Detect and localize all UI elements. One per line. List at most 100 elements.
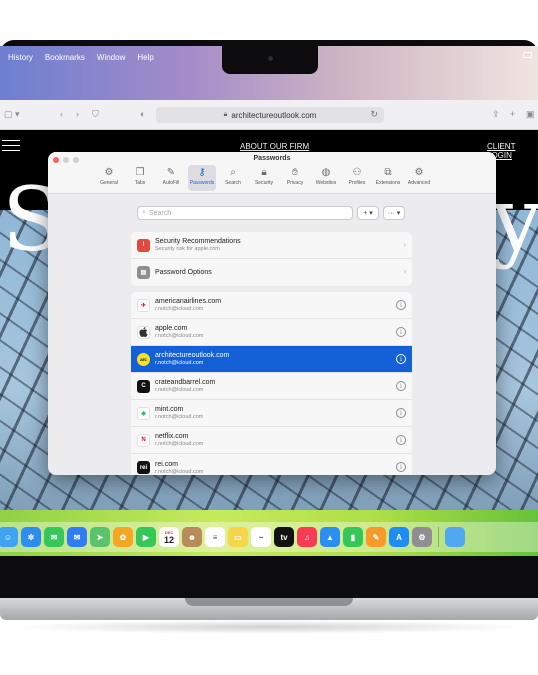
menu-icon[interactable] [2, 140, 20, 151]
reload-icon[interactable]: ↻ [370, 109, 378, 120]
tab-advanced[interactable]: ⚙ Advanced [405, 165, 433, 191]
calendar-icon[interactable]: DEC 12 [159, 527, 179, 547]
sidebar-icon[interactable]: ▢ ▾ [4, 109, 20, 120]
address-bar[interactable]: 🔒︎ architectureoutlook.com ↻ [156, 107, 384, 123]
reminders-icon[interactable]: ≡ [205, 527, 225, 547]
menu-item-window[interactable]: Window [97, 53, 125, 62]
info-icon[interactable]: i [396, 327, 406, 337]
tab-label: Privacy [286, 180, 304, 186]
camera-notch [222, 46, 318, 74]
arc-logo: arc [137, 352, 150, 366]
rei-logo: rei [137, 461, 150, 474]
tab-general[interactable]: ⚙ General [95, 165, 123, 191]
row-text: mint.com r.notch@icloud.com [155, 406, 203, 420]
site-name: crateandbarrel.com [155, 379, 216, 386]
nav-about-link[interactable]: ABOUT OUR FIRM [240, 142, 309, 151]
password-row[interactable]: ◆ mint.com r.notch@icloud.com i [131, 400, 412, 427]
tab-websites[interactable]: ◍ Websites [312, 165, 340, 191]
reader-icon[interactable]: ◐ [140, 109, 145, 119]
row-title: Security Recommendations [155, 238, 241, 245]
password-row[interactable]: arc architectureoutlook.com r.notch@icloud… [131, 346, 412, 373]
back-icon[interactable]: ‹ [60, 109, 63, 119]
row-text: americanairlines.com r.notch@icloud.com [155, 298, 221, 312]
music-icon[interactable]: ♫ [297, 527, 317, 547]
camera-icon [268, 56, 273, 61]
search-field[interactable]: ⌕ Search [137, 206, 353, 220]
keynote-icon[interactable]: ▲ [320, 527, 340, 547]
tab-security[interactable]: 🔒︎ Security [250, 165, 278, 191]
password-list: ! Security Recommendations Security risk f… [131, 232, 412, 475]
apple-logo [137, 325, 150, 339]
base-notch [185, 598, 353, 606]
settings-icon[interactable]: ⚙ [412, 527, 432, 547]
notes-icon[interactable]: ▭ [228, 527, 248, 547]
pages-icon[interactable]: ✎ [366, 527, 386, 547]
info-icon[interactable]: i [396, 300, 406, 310]
menu-item-history[interactable]: History [8, 53, 33, 62]
row-title: Password Options [155, 269, 212, 276]
tab-profiles[interactable]: ⚇ Profiles [343, 165, 371, 191]
password-options-row[interactable]: ▤ Password Options › [131, 259, 412, 286]
passwords-window: Passwords ⚙ General ❐ Tabs ✎ AutoFill ⚷ Passwor… [48, 152, 496, 475]
info-icon[interactable]: i [396, 354, 406, 364]
tab-tabs[interactable]: ❐ Tabs [126, 165, 154, 191]
site-name: architectureoutlook.com [155, 352, 230, 359]
menu-item-bookmarks[interactable]: Bookmarks [45, 53, 85, 62]
info-icon[interactable]: i [396, 408, 406, 418]
menu-bar-status [523, 52, 532, 58]
mail-icon[interactable]: ✉ [67, 527, 87, 547]
photos-icon[interactable]: ✿ [113, 527, 133, 547]
row-text: architectureoutlook.com r.notch@icloud.co… [155, 352, 229, 366]
info-icon[interactable]: i [396, 381, 406, 391]
new-tab-icon[interactable]: + [510, 109, 515, 119]
security-recommendations-row[interactable]: ! Security Recommendations Security risk f… [131, 232, 412, 259]
tab-extensions[interactable]: ⧉ Extensions [374, 165, 402, 191]
maps-icon[interactable]: ➤ [90, 527, 110, 547]
password-row[interactable]: Nnetflix.com r.notch@icloud.com i [131, 427, 412, 454]
folder-icon[interactable] [445, 527, 465, 547]
info-icon[interactable]: i [396, 435, 406, 445]
netflix-logo: N [137, 433, 150, 447]
tab-privacy[interactable]: ✋︎ Privacy [281, 165, 309, 191]
battery-icon[interactable] [523, 52, 532, 58]
row-subtitle: Security risk for apple.com [155, 246, 220, 252]
appstore-icon[interactable]: A [389, 527, 409, 547]
safari-icon[interactable]: ✲ [21, 527, 41, 547]
tab-overview-icon[interactable]: ▣ [526, 109, 535, 120]
more-options-button[interactable]: ··· ▾ [383, 206, 405, 220]
messages-icon[interactable]: ✉ [44, 527, 64, 547]
tab-label: Security [254, 180, 274, 186]
forward-icon[interactable]: › [76, 109, 79, 119]
freeform-icon[interactable]: ~ [251, 527, 271, 547]
tab-label: Advanced [407, 180, 431, 186]
username: r.notch@icloud.com [155, 441, 204, 447]
appletv-icon[interactable]: tv [274, 527, 294, 547]
settings-toolbar: Passwords ⚙ General ❐ Tabs ✎ AutoFill ⚷ Passwor… [48, 152, 496, 194]
menu-item-help[interactable]: Help [137, 53, 153, 62]
username: r.notch@icloud.com [155, 360, 204, 366]
info-icon[interactable]: i [396, 462, 406, 472]
tab-label: Websites [315, 180, 337, 186]
contacts-icon[interactable]: ☻ [182, 527, 202, 547]
username: r.notch@icloud.com [155, 306, 204, 312]
safari-toolbar: ▢ ▾ ‹ › ⛉ ◐ 🔒︎ architectureoutlook.com ↻… [0, 100, 538, 130]
tab-label: Profiles [348, 180, 366, 186]
add-password-button[interactable]: + ▾ [357, 206, 379, 220]
tab-passwords[interactable]: ⚷ Passwords [188, 165, 216, 191]
tab-search[interactable]: ⌕ Search [219, 165, 247, 191]
password-row[interactable]: rei rei.com r.notch@icloud.com i [131, 454, 412, 475]
site-name: mint.com [155, 406, 184, 413]
row-text: apple.com r.notch@icloud.com [155, 325, 203, 339]
numbers-icon[interactable]: ▮ [343, 527, 363, 547]
password-row[interactable]: Ccrateandbarrel.com r.notch@icloud.com i [131, 373, 412, 400]
accounts-group: ✈ americanairlines.com r.notch@icloud.com i… [131, 292, 412, 475]
password-row[interactable]: ✈ americanairlines.com r.notch@icloud.com i [131, 292, 412, 319]
gear-icon: ⚙ [104, 167, 114, 178]
password-row[interactable]: apple.com r.notch@icloud.com i [131, 319, 412, 346]
finder-icon[interactable]: ☺ [0, 527, 18, 547]
share-icon[interactable]: ⇪ [492, 109, 500, 120]
shield-icon[interactable]: ⛉ [92, 109, 99, 120]
facetime-icon[interactable]: ▶ [136, 527, 156, 547]
tab-autofill[interactable]: ✎ AutoFill [157, 165, 185, 191]
tabs-icon: ❐ [135, 167, 145, 178]
